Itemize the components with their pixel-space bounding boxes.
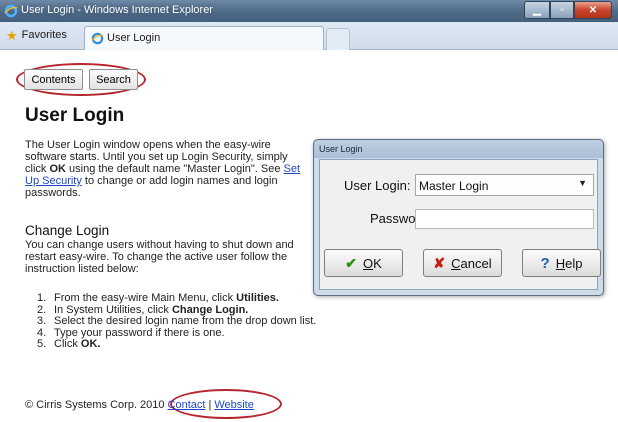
window-title: User Login - Windows Internet Explorer: [21, 4, 213, 16]
tab-label: User Login: [107, 32, 161, 44]
contents-button[interactable]: Contents: [24, 69, 83, 90]
dialog-body: User Login: Master Login ▼ Password: ✔ O…: [319, 159, 601, 290]
user-login-select[interactable]: Master Login ▼: [415, 174, 594, 196]
ok-button[interactable]: ✔ OK: [324, 249, 403, 277]
tab-user-login[interactable]: User Login: [84, 26, 324, 50]
question-icon: ?: [540, 254, 550, 272]
contact-link[interactable]: Contact: [168, 399, 206, 411]
minimize-button[interactable]: ▁: [524, 1, 550, 19]
window-title-bar: User Login - Windows Internet Explorer ▁…: [0, 0, 618, 22]
maximize-button[interactable]: ▫: [550, 1, 574, 19]
favorites-button[interactable]: ★ Favorites: [6, 27, 67, 43]
x-icon: ✘: [433, 254, 446, 271]
user-login-label: User Login:: [344, 178, 411, 193]
intro-paragraph: The User Login window opens when the eas…: [25, 139, 303, 199]
maximize-icon: ▫: [560, 4, 564, 16]
password-field[interactable]: [415, 209, 594, 229]
minimize-icon: ▁: [533, 4, 541, 16]
internet-explorer-icon: [4, 4, 18, 18]
ok-label: OK: [362, 255, 382, 271]
change-login-heading: Change Login: [25, 223, 110, 238]
favorites-star-icon: ★: [6, 27, 18, 43]
cancel-button[interactable]: ✘ Cancel: [423, 249, 502, 277]
page-content: Contents Search User Login The User Logi…: [0, 51, 618, 422]
tab-bar: ★ Favorites User Login: [0, 22, 618, 50]
footer: © Cirris Systems Corp. 2010 Contact | We…: [25, 399, 254, 411]
list-item: 5. Click OK.: [37, 338, 101, 350]
user-login-dialog: User Login User Login: Master Login ▼ Pa…: [313, 139, 604, 296]
dialog-title: User Login: [314, 140, 603, 158]
check-icon: ✔: [345, 254, 357, 271]
intro-text-2: using the default name "Master Login". S…: [65, 163, 284, 175]
help-label: Help: [555, 255, 583, 271]
help-button[interactable]: ? Help: [522, 249, 601, 277]
close-button[interactable]: ✕: [574, 1, 612, 19]
website-link[interactable]: Website: [214, 399, 254, 411]
page-title: User Login: [25, 105, 125, 126]
dropdown-arrow-icon: ▼: [578, 178, 587, 188]
steps-list: 1. From the easy-wire Main Menu, click Ut…: [37, 292, 317, 351]
change-login-paragraph: You can change users without having to s…: [25, 239, 294, 275]
close-icon: ✕: [588, 4, 598, 16]
intro-ok-bold: OK: [49, 163, 66, 175]
footer-separator: |: [208, 399, 212, 411]
user-login-value: Master Login: [419, 179, 489, 193]
copyright-text: © Cirris Systems Corp. 2010: [25, 399, 165, 411]
internet-explorer-icon: [91, 32, 104, 45]
cancel-label: Cancel: [451, 255, 492, 271]
new-tab-button[interactable]: [326, 28, 350, 50]
search-button[interactable]: Search: [89, 69, 138, 90]
favorites-label: Favorites: [21, 29, 67, 41]
window-controls: ▁ ▫ ✕: [524, 1, 612, 19]
